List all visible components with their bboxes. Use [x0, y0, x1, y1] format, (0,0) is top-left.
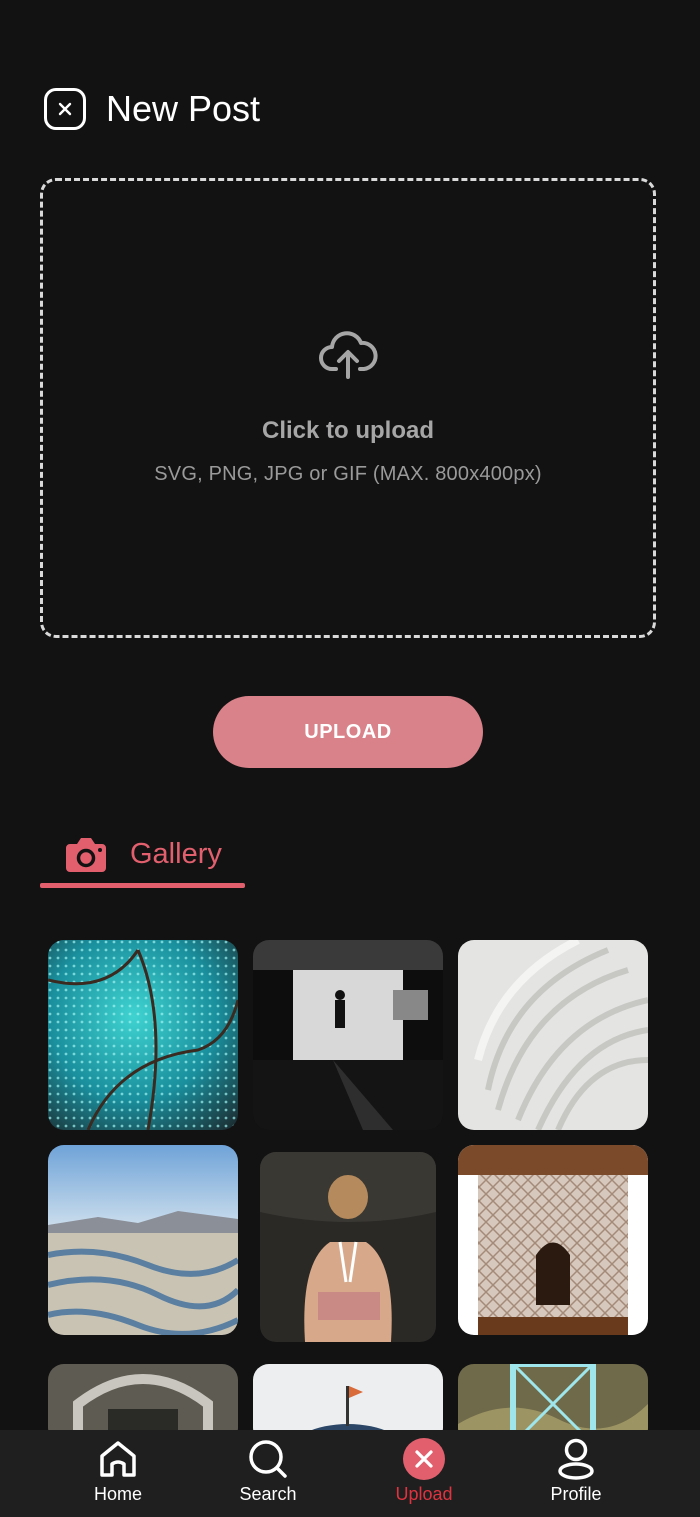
gallery-thumbnail[interactable]	[458, 940, 648, 1130]
nav-item-upload[interactable]: Upload	[369, 1438, 479, 1508]
gallery-thumbnail[interactable]	[458, 1145, 648, 1335]
nav-item-search[interactable]: Search	[213, 1438, 323, 1508]
close-icon	[58, 102, 72, 116]
dropzone-title: Click to upload	[261, 416, 434, 444]
nav-item-home[interactable]: Home	[63, 1438, 173, 1508]
tab-gallery[interactable]: Gallery	[40, 820, 245, 888]
cloud-upload-icon	[319, 330, 378, 379]
tab-gallery-label: Gallery	[130, 837, 222, 870]
close-button[interactable]	[44, 88, 86, 130]
home-icon	[100, 1441, 136, 1477]
gallery-thumbnail[interactable]	[260, 1152, 436, 1342]
upload-dropzone[interactable]: Click to upload SVG, PNG, JPG or GIF (MA…	[40, 178, 656, 638]
gallery-thumbnail[interactable]	[253, 940, 443, 1130]
nav-label-profile: Profile	[550, 1484, 602, 1504]
nav-label-home: Home	[93, 1484, 142, 1504]
gallery-thumbnail[interactable]	[48, 940, 238, 1130]
nav-label-search: Search	[239, 1484, 297, 1504]
nav-item-profile[interactable]: Profile	[521, 1438, 631, 1508]
tab-underline	[40, 883, 245, 888]
page-header: New Post	[44, 88, 260, 130]
search-icon	[249, 1440, 287, 1478]
camera-icon	[66, 838, 106, 872]
page-title: New Post	[106, 88, 261, 129]
gallery-thumbnail[interactable]	[48, 1145, 238, 1335]
dropzone-subtitle: SVG, PNG, JPG or GIF (MAX. 800x400px)	[154, 462, 542, 485]
nav-label-upload: Upload	[395, 1484, 453, 1504]
upload-button[interactable]: UPLOAD	[213, 696, 483, 768]
user-icon	[558, 1438, 594, 1480]
close-circle-icon	[403, 1438, 445, 1480]
bottom-navigation: Home Search Upload Profile	[0, 1430, 700, 1517]
